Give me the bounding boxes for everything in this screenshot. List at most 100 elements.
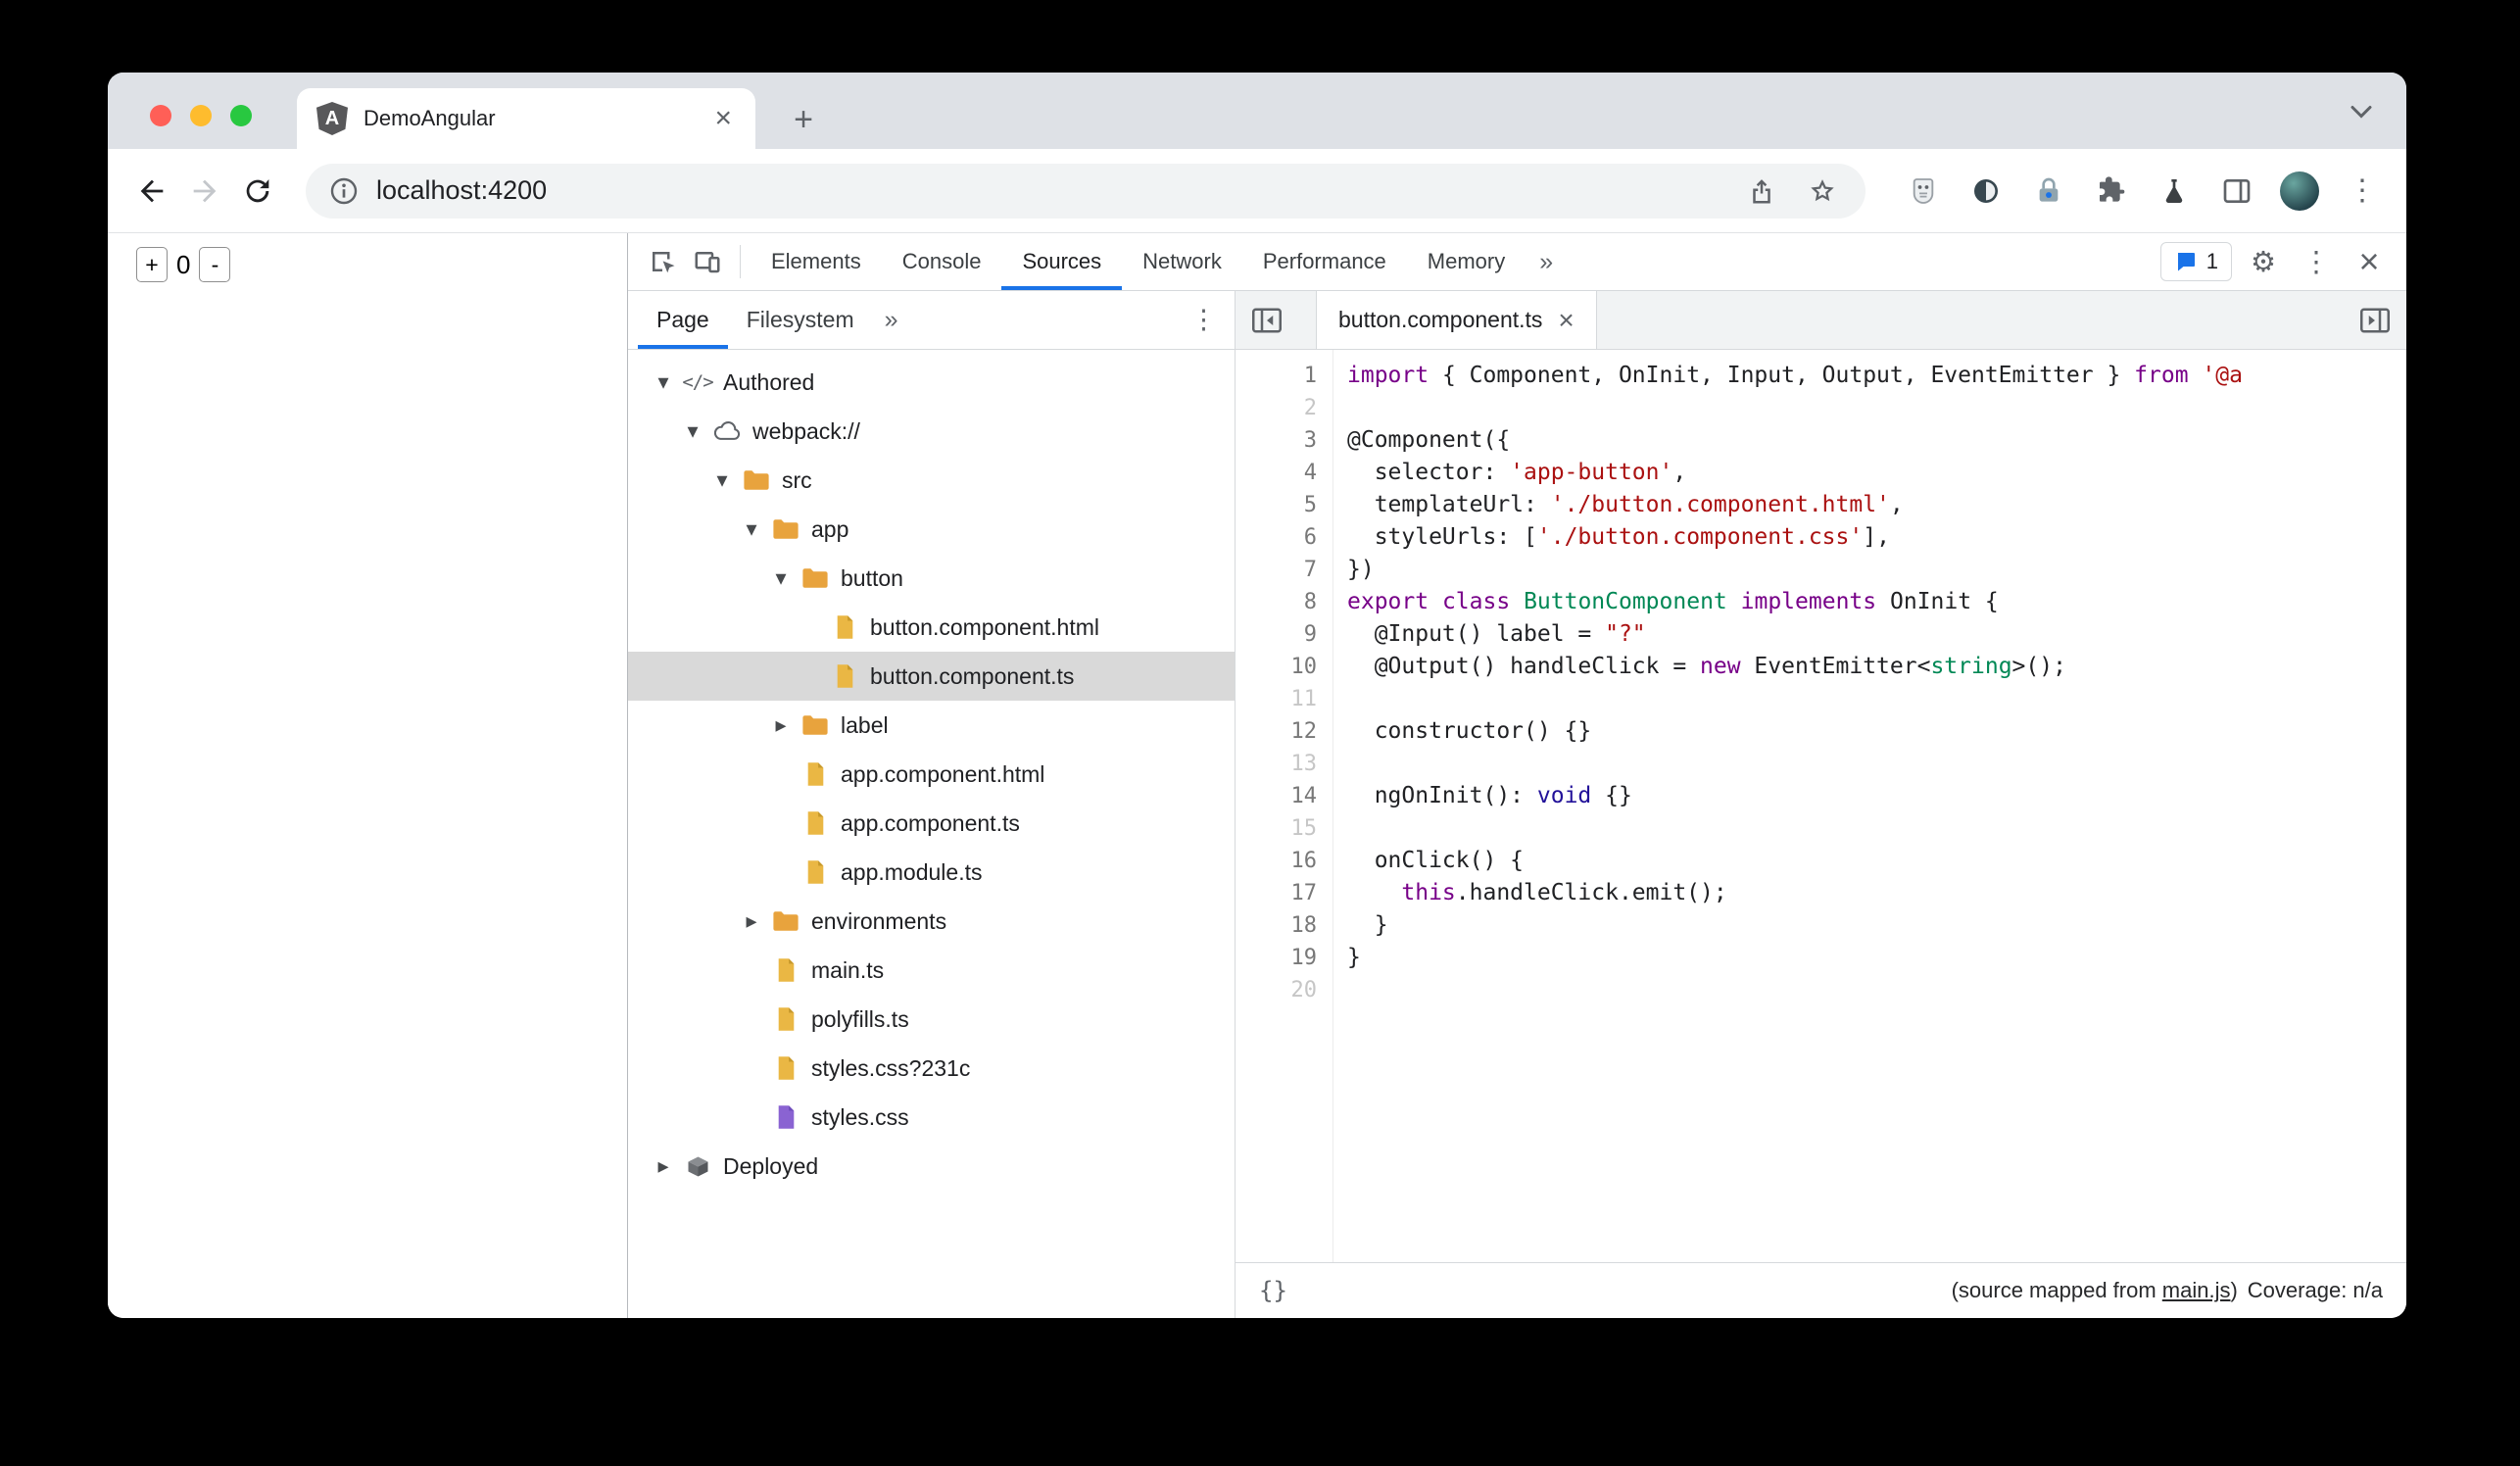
extensions-button[interactable] [2089,169,2134,214]
address-bar[interactable]: localhost:4200 [306,163,1866,219]
line-number[interactable]: 17 [1236,877,1318,909]
expand-arrow-icon[interactable]: ▾ [675,418,710,444]
code-line[interactable]: styleUrls: ['./button.component.css'], [1347,521,2406,554]
tab-close-icon[interactable]: × [710,104,736,133]
profile-button[interactable] [2277,169,2322,214]
decrement-button[interactable]: - [199,247,231,282]
tab-page[interactable]: Page [638,291,728,349]
code-line[interactable] [1347,748,2406,780]
darkreader-extension-button[interactable] [1963,169,2009,214]
code-line[interactable]: @Output() handleClick = new EventEmitter… [1347,651,2406,683]
tree-item-polyfills-ts[interactable]: polyfills.ts [628,995,1235,1044]
devtools-settings-button[interactable]: ⚙ [2242,240,2285,283]
toggle-debugger-sidebar-icon[interactable] [2344,291,2406,349]
tab-sources[interactable]: Sources [1001,233,1122,290]
code-line[interactable]: @Input() label = "?" [1347,618,2406,651]
tree-item-app-module-ts[interactable]: app.module.ts [628,848,1235,897]
tab-performance[interactable]: Performance [1242,233,1407,290]
expand-arrow-icon[interactable]: ▾ [763,565,799,591]
tree-item-button-component-html[interactable]: button.component.html [628,603,1235,652]
pretty-print-button[interactable]: {} [1259,1277,1287,1304]
code-line[interactable]: } [1347,909,2406,942]
tree-item-main-ts[interactable]: main.ts [628,946,1235,995]
bookmark-button[interactable] [1803,171,1842,211]
line-number[interactable]: 15 [1236,812,1318,845]
share-button[interactable] [1742,171,1781,211]
tab-memory[interactable]: Memory [1407,233,1526,290]
line-number[interactable]: 2 [1236,392,1317,424]
code-line[interactable]: constructor() {} [1347,715,2406,748]
side-panel-button[interactable] [2214,169,2259,214]
expand-arrow-icon[interactable]: ▾ [734,516,769,542]
tree-item-label[interactable]: ▸ label [628,701,1235,750]
line-number[interactable]: 13 [1236,748,1318,780]
navigator-menu-icon[interactable]: ⋮ [1190,305,1217,335]
browser-menu-button[interactable]: ⋮ [2340,169,2385,214]
expand-arrow-icon[interactable]: ▾ [646,369,681,395]
code-line[interactable] [1347,683,2406,715]
tree-item-app-component-html[interactable]: app.component.html [628,750,1235,799]
line-number[interactable]: 12 [1236,715,1318,748]
code-line[interactable] [1347,974,2406,1006]
tab-overview-chevron-icon[interactable] [2350,104,2373,120]
tree-item-styles-css-231c[interactable]: styles.css?231c [628,1044,1235,1093]
line-number[interactable]: 9 [1236,618,1317,651]
code-line[interactable]: selector: 'app-button', [1347,457,2406,489]
tree-item-app-component-ts[interactable]: app.component.ts [628,799,1235,848]
line-number[interactable]: 10 [1236,651,1318,683]
code-line[interactable]: @Component({ [1347,424,2406,457]
site-info-icon[interactable] [329,176,359,206]
toggle-navigator-icon[interactable] [1236,291,1298,349]
code-line[interactable]: } [1347,942,2406,974]
line-number[interactable]: 16 [1236,845,1318,877]
code-line[interactable]: import { Component, OnInit, Input, Outpu… [1347,360,2406,392]
device-toolbar-button[interactable] [685,239,730,284]
line-number[interactable]: 6 [1236,521,1317,554]
line-number[interactable]: 8 [1236,586,1317,618]
issues-button[interactable]: 1 [2159,242,2232,281]
collapse-arrow-icon[interactable]: ▸ [763,712,799,738]
line-number[interactable]: 14 [1236,780,1318,812]
code-line[interactable] [1347,812,2406,845]
code-editor[interactable]: 1 2 3 4 5 6 7 8 9 10 11 12 13 14 15 16 17 18 19 20 import {… [1236,350,2406,1262]
collapse-arrow-icon[interactable]: ▸ [646,1153,681,1179]
line-number[interactable]: 11 [1236,683,1318,715]
line-number[interactable]: 5 [1236,489,1317,521]
line-number[interactable]: 1 [1236,360,1317,392]
code-line[interactable]: }) [1347,554,2406,586]
code-line[interactable]: ngOnInit(): void {} [1347,780,2406,812]
zoom-window-button[interactable] [230,105,252,126]
line-number[interactable]: 4 [1236,457,1317,489]
tree-item-webpack[interactable]: ▾ webpack:// [628,407,1235,456]
navigator-more-tabs-icon[interactable]: » [873,291,910,349]
reload-button[interactable] [235,169,280,214]
line-number[interactable]: 3 [1236,424,1317,457]
new-tab-button[interactable]: + [782,98,825,141]
devtools-menu-button[interactable]: ⋮ [2295,240,2338,283]
line-number[interactable]: 7 [1236,554,1317,586]
devtools-close-button[interactable]: × [2348,240,2391,283]
close-window-button[interactable] [150,105,171,126]
tab-filesystem[interactable]: Filesystem [728,291,873,349]
lock-extension-button[interactable] [2026,169,2071,214]
tree-item-button[interactable]: ▾ button [628,554,1235,603]
minimize-window-button[interactable] [190,105,212,126]
code-line[interactable]: this.handleClick.emit(); [1347,877,2406,909]
tab-network[interactable]: Network [1122,233,1242,290]
expand-arrow-icon[interactable]: ▾ [704,467,740,493]
mask-extension-button[interactable] [1901,169,1946,214]
editor-tab-close-icon[interactable]: × [1558,306,1574,334]
tree-item-app[interactable]: ▾ app [628,505,1235,554]
back-button[interactable] [129,169,174,214]
tab-elements[interactable]: Elements [751,233,882,290]
collapse-arrow-icon[interactable]: ▸ [734,908,769,934]
tree-item-button-component-ts[interactable]: button.component.ts [628,652,1235,701]
editor-tab-button-component-ts[interactable]: button.component.ts × [1316,291,1597,349]
inspect-element-button[interactable] [640,239,685,284]
code-line[interactable]: export class ButtonComponent implements … [1347,586,2406,618]
browser-tab[interactable]: A DemoAngular × [297,88,755,149]
code-line[interactable]: onClick() { [1347,845,2406,877]
line-number[interactable]: 20 [1236,974,1318,1006]
line-number[interactable]: 19 [1236,942,1318,974]
tree-item-src[interactable]: ▾ src [628,456,1235,505]
